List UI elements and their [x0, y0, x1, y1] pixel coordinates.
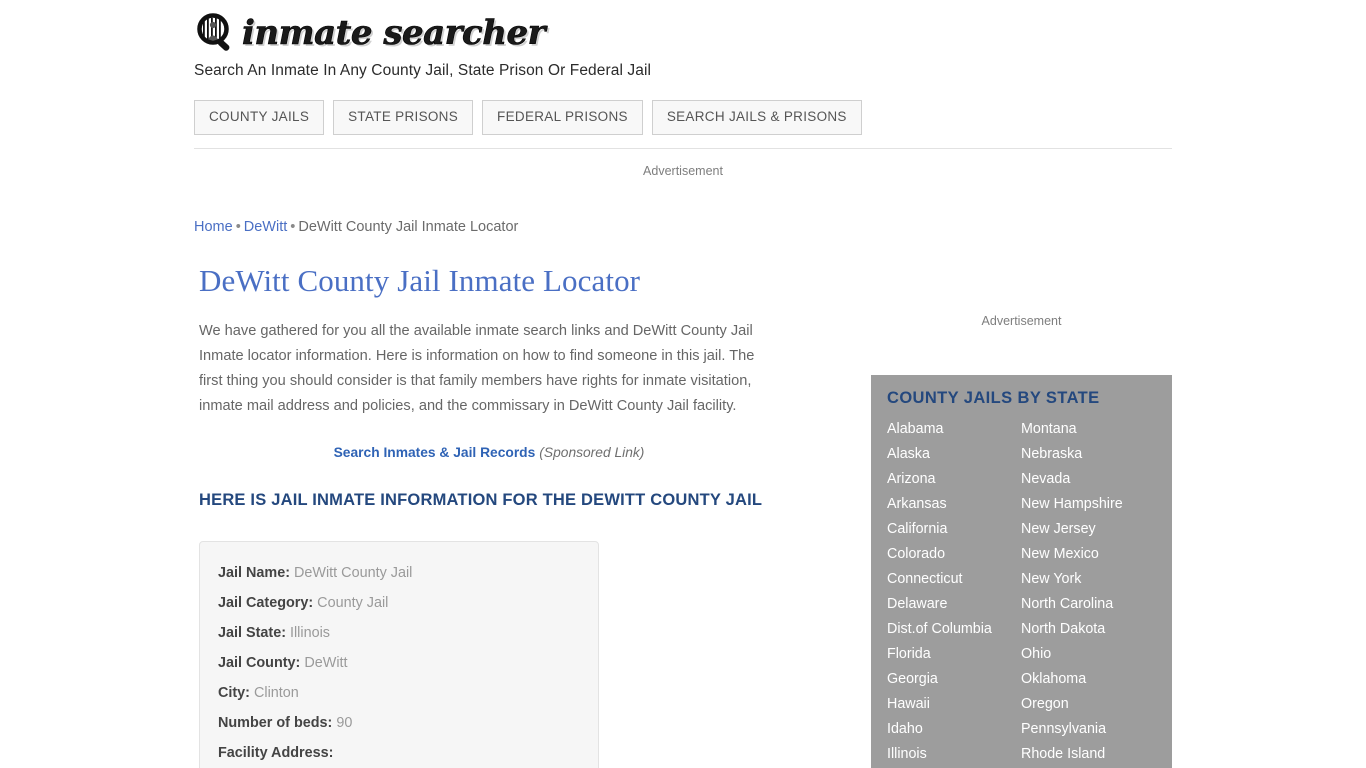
nav-item-state-prisons[interactable]: STATE PRISONS	[333, 100, 474, 135]
state-link-pennsylvania[interactable]: Pennsylvania	[1021, 717, 1171, 742]
logo-text: inmate searcher	[242, 13, 546, 53]
search-inmates-records-link[interactable]: Search Inmates & Jail Records	[334, 445, 536, 460]
breadcrumb-separator: •	[290, 219, 296, 235]
state-link-alabama[interactable]: Alabama	[887, 417, 1021, 442]
info-value: County Jail	[317, 594, 389, 611]
info-row: Jail County: DeWitt	[218, 648, 580, 678]
state-link-oklahoma[interactable]: Oklahoma	[1021, 667, 1171, 692]
info-row: City: Clinton	[218, 678, 580, 708]
info-label: Jail Name:	[218, 564, 290, 581]
state-link-nevada[interactable]: Nevada	[1021, 467, 1171, 492]
state-link-north-dakota[interactable]: North Dakota	[1021, 617, 1171, 642]
info-label: Jail Category:	[218, 594, 314, 611]
info-value: Clinton	[253, 684, 299, 701]
site-tagline: Search An Inmate In Any County Jail, Sta…	[194, 62, 652, 79]
info-label: Number of beds:	[218, 714, 333, 731]
breadcrumb-current: DeWitt County Jail Inmate Locator	[298, 219, 519, 235]
state-link-oregon[interactable]: Oregon	[1021, 692, 1171, 717]
info-value: DeWitt County Jail	[294, 564, 413, 581]
section-heading: HERE IS JAIL INMATE INFORMATION FOR THE …	[199, 490, 763, 509]
state-link-hawaii[interactable]: Hawaii	[887, 692, 1021, 717]
breadcrumb: Home • DeWitt • DeWitt County Jail Inmate Lo…	[194, 219, 518, 235]
state-link-rhode-island[interactable]: Rhode Island	[1021, 742, 1171, 767]
state-link-new-hampshire[interactable]: New Hampshire	[1021, 492, 1171, 517]
state-link-california[interactable]: California	[887, 517, 1021, 542]
state-link-florida[interactable]: Florida	[887, 642, 1021, 667]
info-label: Facility Address:	[218, 744, 334, 761]
state-link-ohio[interactable]: Ohio	[1021, 642, 1171, 667]
state-link-delaware[interactable]: Delaware	[887, 592, 1021, 617]
header-divider	[194, 148, 1172, 149]
state-link-illinois[interactable]: Illinois	[887, 742, 1021, 767]
state-link-new-mexico[interactable]: New Mexico	[1021, 542, 1171, 567]
sponsored-link-tag: (Sponsored Link)	[539, 444, 645, 460]
state-link-montana[interactable]: Montana	[1021, 417, 1171, 442]
state-link-idaho[interactable]: Idaho	[887, 717, 1021, 742]
breadcrumb-separator: •	[235, 219, 241, 235]
site-header: inmate searcher Search An Inmate In Any …	[194, 0, 1172, 135]
state-link-columns: Alabama Alaska Arizona Arkansas Californ…	[887, 417, 1172, 767]
logo[interactable]: inmate searcher	[194, 0, 1172, 56]
magnifier-prison-icon	[194, 11, 238, 55]
nav-item-county-jails[interactable]: COUNTY JAILS	[194, 100, 325, 135]
state-link-georgia[interactable]: Georgia	[887, 667, 1021, 692]
nav-item-search-jails-prisons[interactable]: SEARCH JAILS & PRISONS	[651, 100, 862, 135]
state-link-arkansas[interactable]: Arkansas	[887, 492, 1021, 517]
info-value: Illinois	[289, 624, 330, 641]
sponsored-link-row: Search Inmates & Jail Records (Sponsored …	[199, 445, 779, 460]
top-advertisement-label: Advertisement	[643, 164, 723, 178]
state-link-nebraska[interactable]: Nebraska	[1021, 442, 1171, 467]
main-navigation: COUNTY JAILS STATE PRISONS FEDERAL PRISO…	[194, 100, 1172, 135]
state-column-left: Alabama Alaska Arizona Arkansas Californ…	[887, 417, 1021, 767]
state-link-alaska[interactable]: Alaska	[887, 442, 1021, 467]
intro-paragraph: We have gathered for you all the availab…	[199, 322, 755, 414]
info-row: Jail Category: County Jail	[218, 588, 580, 618]
nav-item-federal-prisons[interactable]: FEDERAL PRISONS	[482, 100, 643, 135]
state-link-arizona[interactable]: Arizona	[887, 467, 1021, 492]
jail-info-box: Jail Name: DeWitt County Jail Jail Categ…	[199, 540, 599, 768]
breadcrumb-dewitt[interactable]: DeWitt	[244, 219, 288, 235]
state-link-new-jersey[interactable]: New Jersey	[1021, 517, 1171, 542]
state-link-colorado[interactable]: Colorado	[887, 542, 1021, 567]
sidebar-advertisement-label: Advertisement	[981, 314, 1062, 328]
info-row: Jail State: Illinois	[218, 618, 580, 648]
page-title: DeWitt County Jail Inmate Locator	[199, 263, 641, 298]
info-label: City:	[218, 684, 250, 701]
breadcrumb-home[interactable]: Home	[194, 219, 233, 235]
info-label: Jail State:	[218, 624, 286, 641]
info-row: Number of beds: 90	[218, 708, 580, 738]
info-row: Jail Name: DeWitt County Jail	[218, 558, 580, 588]
county-jails-by-state-box: COUNTY JAILS BY STATE Alabama Alaska Ari…	[871, 375, 1172, 768]
info-label: Jail County:	[218, 654, 301, 671]
sidebar-title: COUNTY JAILS BY STATE	[887, 389, 1100, 407]
info-row: Facility Address:	[218, 738, 580, 768]
info-value: 90	[336, 714, 353, 731]
state-link-new-york[interactable]: New York	[1021, 567, 1171, 592]
state-link-district-of-columbia[interactable]: Dist.of Columbia	[887, 617, 1021, 642]
page-root: inmate searcher Search An Inmate In Any …	[0, 0, 1366, 768]
state-link-north-carolina[interactable]: North Carolina	[1021, 592, 1171, 617]
info-value: DeWitt	[304, 654, 348, 671]
state-column-right: Montana Nebraska Nevada New Hampshire Ne…	[1021, 417, 1171, 767]
main-content: DeWitt County Jail Inmate Locator We hav…	[199, 262, 799, 768]
state-link-connecticut[interactable]: Connecticut	[887, 567, 1021, 592]
